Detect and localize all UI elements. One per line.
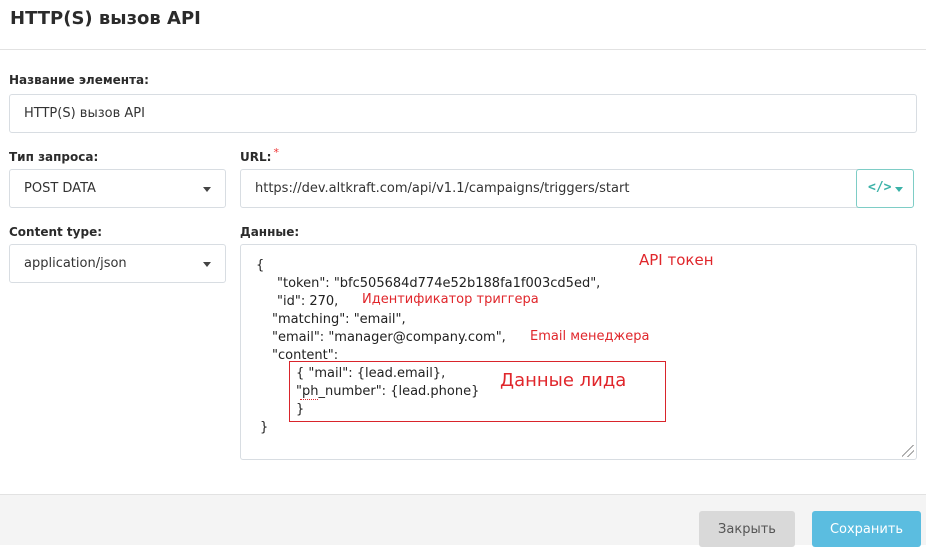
url-label-text: URL:: [240, 150, 272, 164]
request-type-value: POST DATA: [24, 181, 96, 196]
save-button[interactable]: Сохранить: [812, 511, 921, 547]
code-line: "email": "manager@company.com",: [272, 330, 506, 345]
url-value: https://dev.altkraft.com/api/v1.1/campai…: [255, 181, 630, 196]
code-line: "id": 270,: [277, 294, 339, 309]
content-type-select[interactable]: application/json: [9, 244, 226, 283]
chevron-down-icon: [895, 187, 903, 192]
close-button[interactable]: Закрыть: [699, 511, 795, 547]
chevron-down-icon: [203, 186, 211, 192]
dialog-title: HTTP(S) вызов API: [10, 8, 201, 29]
element-name-input[interactable]: HTTP(S) вызов API: [9, 94, 917, 133]
request-type-label: Тип запроса:: [9, 150, 99, 164]
content-type-label: Content type:: [9, 225, 103, 239]
code-line: "matching": "email",: [272, 312, 406, 327]
annotation-trigger-id: Идентификатор триггера: [362, 292, 539, 307]
dialog-footer: Закрыть Сохранить: [0, 494, 926, 547]
data-label: Данные:: [240, 225, 300, 239]
annotation-lead-data: Данные лида: [500, 370, 627, 391]
code-line: }: [260, 420, 269, 435]
required-mark: *: [273, 146, 279, 159]
content-type-value: application/json: [24, 256, 127, 271]
request-type-select[interactable]: POST DATA: [9, 169, 226, 208]
element-name-value: HTTP(S) вызов API: [24, 106, 145, 121]
resize-handle-icon[interactable]: [902, 445, 914, 457]
insert-variable-button[interactable]: </>: [856, 169, 914, 208]
url-input[interactable]: https://dev.altkraft.com/api/v1.1/campai…: [240, 169, 860, 208]
chevron-down-icon: [203, 261, 211, 267]
element-name-label: Название элемента:: [9, 73, 149, 87]
code-line: "token": "bfc505684d774e52b188fa1f003cd5…: [277, 276, 601, 291]
code-icon: </>: [868, 180, 892, 195]
url-label: URL: *: [240, 146, 279, 164]
annotation-manager-email: Email менеджера: [530, 329, 650, 344]
dialog-header: HTTP(S) вызов API: [0, 0, 926, 50]
code-line: {: [256, 258, 265, 273]
annotation-api-token: API токен: [639, 251, 714, 269]
